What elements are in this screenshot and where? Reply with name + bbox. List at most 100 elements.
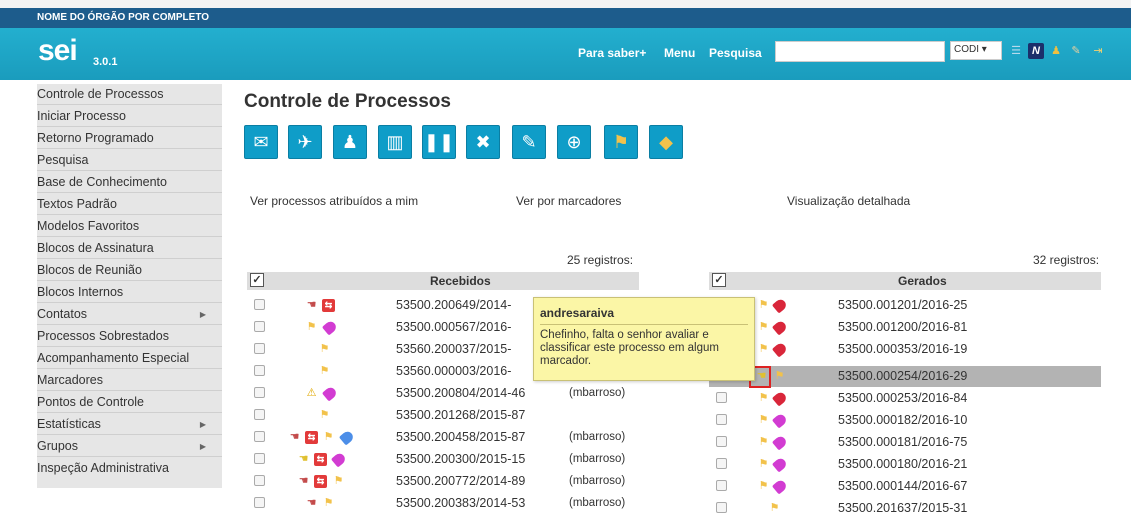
sidebar-item-blocos-de-reuniao[interactable]: Blocos de Reunião (37, 260, 222, 281)
flag-icon[interactable]: ⚑ (756, 342, 771, 356)
table-row[interactable]: ⚑ 53500.000253/2016-84 (709, 388, 1101, 409)
detailed-view-link[interactable]: Visualização detalhada (787, 194, 910, 208)
sidebar-item-retorno-programado[interactable]: Retorno Programado (37, 128, 222, 149)
row-checkbox[interactable] (254, 409, 265, 420)
flag-icon[interactable]: ⚑ (756, 298, 771, 312)
marker-tag-icon[interactable] (321, 385, 339, 402)
marker-tag-icon[interactable] (771, 341, 789, 358)
sidebar-item-pontos-de-controle[interactable]: Pontos de Controle (37, 392, 222, 413)
sidebar-item-controle-de-processos[interactable]: Controle de Processos (37, 84, 222, 105)
process-number[interactable]: 53500.000353/2016-19 (838, 342, 967, 356)
assigned-to-me-link[interactable]: Ver processos atribuídos a mim (250, 194, 418, 208)
sidebar-item-grupos[interactable]: Grupos ▶ (37, 436, 222, 457)
process-number[interactable]: 53560.000003/2016- (396, 364, 511, 378)
table-row[interactable]: ⚠ 53500.200804/2014-46 (mbarroso) (247, 383, 639, 404)
return-icon[interactable]: ⇆ (314, 453, 327, 466)
process-number[interactable]: 53500.000567/2016- (396, 320, 511, 334)
row-checkbox[interactable] (254, 299, 265, 310)
update-progress-button[interactable]: ✈ (288, 125, 322, 159)
flag-icon[interactable]: ⚑ (321, 496, 336, 510)
row-checkbox[interactable] (254, 453, 265, 464)
marker-tag-icon[interactable] (338, 429, 356, 446)
flag-button[interactable]: ⚑ (604, 125, 638, 159)
sidebar-item-marcadores[interactable]: Marcadores (37, 370, 222, 391)
return-icon[interactable]: ⇆ (314, 475, 327, 488)
process-number[interactable]: 53500.000144/2016-67 (838, 479, 967, 493)
process-number[interactable]: 53500.200458/2015-87 (396, 430, 525, 444)
sidebar-item-contatos[interactable]: Contatos ▶ (37, 304, 222, 325)
flag-icon[interactable]: ⚑ (756, 457, 771, 471)
marker-tag-button[interactable]: ◆ (649, 125, 683, 159)
process-number[interactable]: 53500.000254/2016-29 (838, 369, 967, 383)
row-checkbox[interactable] (254, 365, 265, 376)
table-row[interactable]: ⚑ 53500.000353/2016-19 (709, 339, 1101, 360)
marker-tag-icon[interactable] (771, 319, 789, 336)
table-row[interactable]: ⚑ 53500.000181/2016-75 (709, 432, 1101, 453)
process-number[interactable]: 53500.000180/2016-21 (838, 457, 967, 471)
hand-icon[interactable]: ☚ (296, 474, 311, 488)
flag-icon[interactable]: ⚑ (772, 369, 787, 383)
hand-icon[interactable]: ☚ (304, 496, 319, 510)
process-number[interactable]: 53500.000253/2016-84 (838, 391, 967, 405)
sidebar-item-iniciar-processo[interactable]: Iniciar Processo (37, 106, 222, 127)
unit-select[interactable]: CODI ▾ (950, 41, 1002, 60)
process-number[interactable]: 53500.200804/2014-46 (396, 386, 525, 400)
flag-icon[interactable]: ⚑ (317, 342, 332, 356)
marker-tag-icon[interactable] (321, 319, 339, 336)
user-icon[interactable]: ♟ (1048, 43, 1064, 59)
process-number[interactable]: 53500.200649/2014- (396, 298, 511, 312)
hand-icon[interactable]: ☚ (287, 430, 302, 444)
row-checkbox[interactable] (254, 387, 265, 398)
row-checkbox[interactable] (254, 497, 265, 508)
flag-icon[interactable]: ⚑ (756, 391, 771, 405)
table-row[interactable]: ☚ ⇆ ⚑ 53500.200458/2015-87 (mbarroso) (247, 427, 639, 448)
n-icon[interactable]: N (1028, 43, 1044, 59)
row-checkbox[interactable] (716, 436, 727, 447)
marker-tag-icon[interactable] (771, 390, 789, 407)
table-row[interactable]: ⚑ 53500.000180/2016-21 (709, 454, 1101, 475)
row-checkbox[interactable] (254, 343, 265, 354)
return-icon[interactable]: ⇆ (322, 299, 335, 312)
warning-icon[interactable]: ⚠ (304, 386, 319, 400)
process-number[interactable]: 53500.200300/2015-15 (396, 452, 525, 466)
process-number[interactable]: 53500.000181/2016-75 (838, 435, 967, 449)
select-all-received-checkbox[interactable]: ✓ (250, 273, 264, 287)
flag-icon[interactable]: ⚑ (317, 364, 332, 378)
marker-tag-icon[interactable] (771, 412, 789, 429)
process-number[interactable]: 53500.000182/2016-10 (838, 413, 967, 427)
sidebar-item-processos-sobrestados[interactable]: Processos Sobrestados (37, 326, 222, 347)
sei-logo[interactable]: sei (38, 34, 78, 68)
row-checkbox[interactable] (254, 431, 265, 442)
process-number[interactable]: 53500.201637/2015-31 (838, 501, 967, 515)
table-row[interactable]: ☚ ⇆ 53500.200300/2015-15 (mbarroso) (247, 449, 639, 470)
sidebar-item-base-de-conhecimento[interactable]: Base de Conhecimento (37, 172, 222, 193)
close-process-button[interactable]: ✖ (466, 125, 500, 159)
hand-icon[interactable]: ☚ (296, 452, 311, 466)
marker-tag-icon[interactable] (330, 451, 348, 468)
new-document-button[interactable]: ⊕ (557, 125, 591, 159)
row-checkbox[interactable] (716, 392, 727, 403)
flag-icon[interactable]: ⚑ (756, 479, 771, 493)
process-number[interactable]: 53500.201268/2015-87 (396, 408, 525, 422)
process-number[interactable]: 53560.200037/2015- (396, 342, 511, 356)
wrench-icon[interactable]: ✎ (1068, 43, 1084, 59)
sidebar-item-blocos-de-assinatura[interactable]: Blocos de Assinatura (37, 238, 222, 259)
hand-icon[interactable]: ☚ (304, 298, 319, 312)
process-number[interactable]: 53500.001201/2016-25 (838, 298, 967, 312)
annotations-button[interactable]: ✎ (512, 125, 546, 159)
flag-icon[interactable]: ⚑ (767, 501, 782, 515)
exit-icon[interactable]: ⇥ (1090, 43, 1106, 59)
include-block-button[interactable]: ▥ (378, 125, 412, 159)
table-row[interactable]: ⚑ 53500.001201/2016-25 (709, 295, 1101, 316)
flag-icon[interactable]: ⚑ (331, 474, 346, 488)
suspend-button[interactable]: ❚❚ (422, 125, 456, 159)
table-row[interactable]: ⚑ 53500.201637/2015-31 (709, 498, 1101, 519)
sidebar-item-pesquisa[interactable]: Pesquisa (37, 150, 222, 171)
flag-icon[interactable]: ⚑ (756, 320, 771, 334)
flag-icon[interactable]: ⚑ (317, 408, 332, 422)
table-row[interactable]: ⚑ 53500.001200/2016-81 (709, 317, 1101, 338)
sidebar-item-textos-padrao[interactable]: Textos Padrão (37, 194, 222, 215)
row-checkbox[interactable] (254, 321, 265, 332)
row-checkbox[interactable] (716, 502, 727, 513)
table-row[interactable]: ☚ ⚑ 53500.200383/2014-53 (mbarroso) (247, 493, 639, 514)
